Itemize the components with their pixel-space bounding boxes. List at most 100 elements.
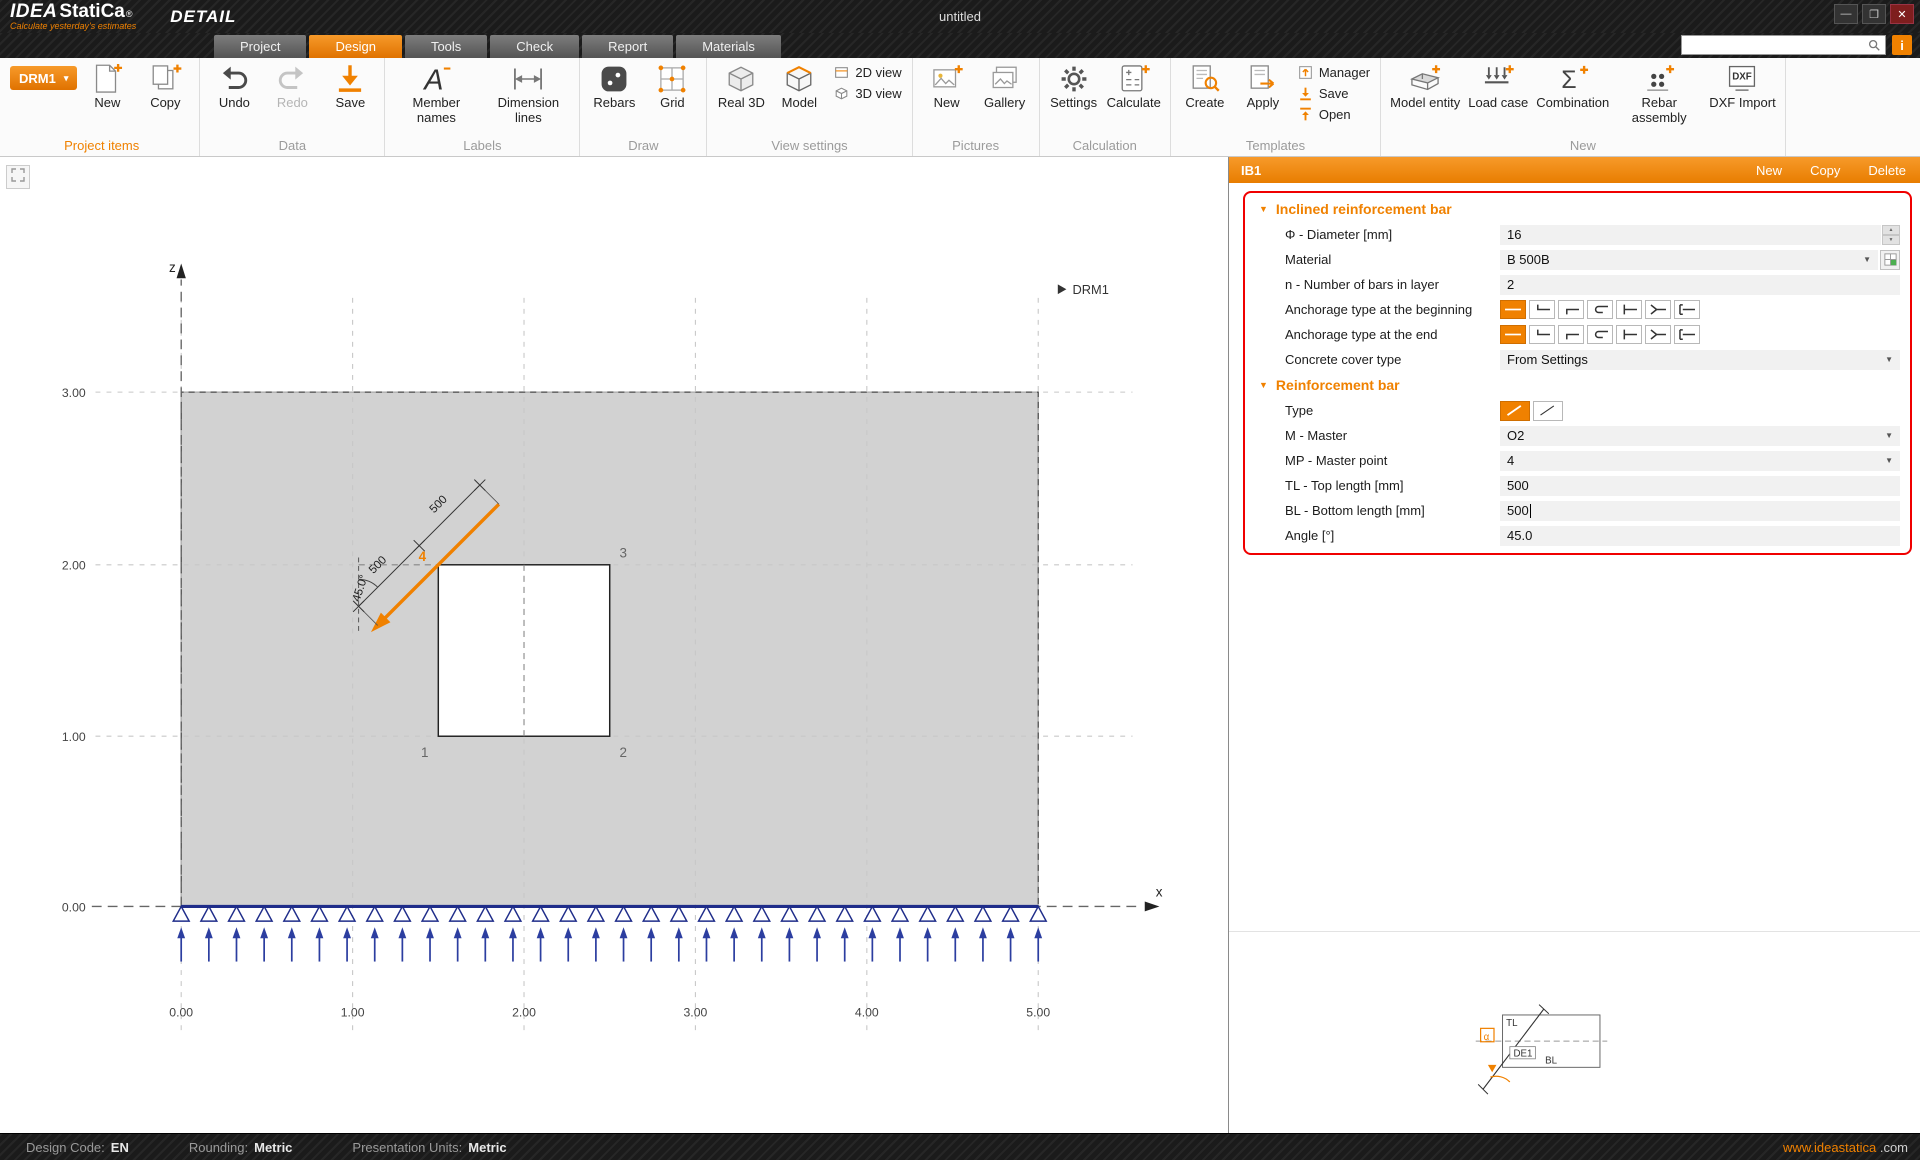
tab-check[interactable]: Check: [490, 35, 579, 58]
n-number-of-bars-in-layer-input[interactable]: 2: [1500, 275, 1900, 295]
anchorage-hook-down-button[interactable]: [1558, 300, 1584, 319]
website-link[interactable]: www.ideastatica .com: [1783, 1140, 1908, 1155]
anchorage-hook-180-button[interactable]: [1587, 325, 1613, 344]
diagram-tl-label: TL: [1506, 1018, 1518, 1029]
property-value: B 500B▼: [1500, 250, 1900, 270]
anchorage-hook-180-button[interactable]: [1587, 300, 1613, 319]
info-button[interactable]: i: [1892, 35, 1912, 55]
ribbon-button-manager[interactable]: Manager: [1293, 63, 1374, 82]
search-input[interactable]: [1686, 37, 1867, 53]
ribbon-button-combination[interactable]: ΣCombination: [1533, 60, 1612, 113]
anchorage-plate-button[interactable]: [1674, 325, 1700, 344]
ribbon-button-new[interactable]: New: [79, 60, 135, 113]
tab-project[interactable]: Project: [214, 35, 306, 58]
search-box[interactable]: [1681, 35, 1886, 55]
ribbon-button-label: 3D view: [855, 86, 901, 101]
property-value: 45.0: [1500, 526, 1900, 546]
ribbon-button-2d-view[interactable]: 2D view: [829, 63, 905, 82]
property-row-diameter-mm: Φ - Diameter [mm]16▲▼: [1245, 222, 1910, 247]
spinner-up-button[interactable]: ▲: [1882, 225, 1900, 235]
ribbon-button-open[interactable]: Open: [1293, 105, 1374, 124]
anchorage-perpendicular-button[interactable]: [1616, 300, 1642, 319]
fit-view-button[interactable]: [6, 165, 30, 189]
ribbon-button-rebar-assembly[interactable]: Rebar assembly: [1614, 60, 1704, 127]
ribbon-button-dxf-import[interactable]: DXFDXF Import: [1706, 60, 1778, 113]
panel-action-delete[interactable]: Delete: [1868, 163, 1906, 178]
ribbon-group-calculation: SettingsCalculateCalculation: [1040, 58, 1171, 156]
ribbon-button-model-entity[interactable]: Model entity: [1387, 60, 1463, 113]
section-header-inclined-reinforcement-bar[interactable]: ▼Inclined reinforcement bar: [1245, 196, 1910, 222]
active-item-dropdown[interactable]: DRM1▾: [10, 66, 77, 90]
tab-tools[interactable]: Tools: [405, 35, 487, 58]
property-value: 4▼: [1500, 451, 1900, 471]
diameter-mm-input[interactable]: 16: [1500, 225, 1881, 245]
model-canvas[interactable]: z x 500 500 45.0° 1234: [0, 157, 1228, 1133]
m-master-select[interactable]: O2▼: [1500, 426, 1900, 446]
ribbon-button-settings[interactable]: Settings: [1046, 60, 1102, 113]
anchorage-hook-up-button[interactable]: [1529, 325, 1555, 344]
ribbon-button-model[interactable]: Model: [771, 60, 827, 113]
panel-action-new[interactable]: New: [1756, 163, 1782, 178]
ribbon-button-label: Apply: [1247, 96, 1280, 111]
ribbon-button-create[interactable]: Create: [1177, 60, 1233, 113]
reaction-arrowhead: [371, 927, 379, 938]
property-value: From Settings▼: [1500, 350, 1900, 370]
redo-icon: [275, 62, 309, 96]
tab-report[interactable]: Report: [582, 35, 673, 58]
ribbon-button-label: Load case: [1468, 96, 1528, 111]
x-axis-arrow: [1145, 902, 1160, 912]
anchorage-straight-button[interactable]: [1500, 300, 1526, 319]
panel-action-copy[interactable]: Copy: [1810, 163, 1840, 178]
reaction-arrowhead: [177, 927, 185, 938]
ribbon-button-copy[interactable]: Copy: [137, 60, 193, 113]
section-header-reinforcement-bar[interactable]: ▼Reinforcement bar: [1245, 372, 1910, 398]
tab-design[interactable]: Design: [309, 35, 401, 58]
ribbon-button-member-names[interactable]: AMember names: [391, 60, 481, 127]
spinner-down-button[interactable]: ▼: [1882, 235, 1900, 245]
support-triangle: [394, 906, 410, 921]
model-entity-icon: [1408, 62, 1442, 96]
ribbon-button-save[interactable]: Save: [1293, 84, 1374, 103]
anchorage-straight-icon: [1502, 327, 1524, 342]
bar-inclined-alt-button[interactable]: [1533, 401, 1563, 421]
tl-top-length-mm-input[interactable]: 500: [1500, 476, 1900, 496]
angle-input[interactable]: 45.0: [1500, 526, 1900, 546]
ribbon-button-real-3d[interactable]: Real 3D: [713, 60, 769, 113]
ribbon-button-calculate[interactable]: Calculate: [1104, 60, 1164, 113]
support-triangle: [809, 906, 825, 921]
property-value: 500: [1500, 476, 1900, 496]
tab-materials[interactable]: Materials: [676, 35, 781, 58]
ribbon-button-rebars[interactable]: Rebars: [586, 60, 642, 113]
anchorage-hook-up-icon: [1531, 302, 1553, 317]
field-text: 500: [1507, 478, 1529, 493]
ribbon-button-3d-view[interactable]: 3D view: [829, 84, 905, 103]
ribbon-button-redo[interactable]: Redo: [264, 60, 320, 113]
anchorage-fork-button[interactable]: [1645, 325, 1671, 344]
property-row-mp-master-point: MP - Master point4▼: [1245, 448, 1910, 473]
anchorage-hook-up-button[interactable]: [1529, 300, 1555, 319]
bl-bottom-length-mm-input[interactable]: 500: [1500, 501, 1900, 521]
anchorage-straight-button[interactable]: [1500, 325, 1526, 344]
anchorage-hook-down-button[interactable]: [1558, 325, 1584, 344]
ribbon-button-new[interactable]: New: [919, 60, 975, 113]
anchorage-plate-button[interactable]: [1674, 300, 1700, 319]
ribbon-button-grid[interactable]: Grid: [644, 60, 700, 113]
minimize-button[interactable]: —: [1834, 4, 1858, 24]
anchorage-perpendicular-button[interactable]: [1616, 325, 1642, 344]
ribbon-button-load-case[interactable]: Load case: [1465, 60, 1531, 113]
ribbon-button-gallery[interactable]: Gallery: [977, 60, 1033, 113]
ribbon-button-undo[interactable]: Undo: [206, 60, 262, 113]
material-select[interactable]: B 500B▼: [1500, 250, 1878, 270]
maximize-button[interactable]: ❐: [1862, 4, 1886, 24]
concrete-cover-type-select[interactable]: From Settings▼: [1500, 350, 1900, 370]
material-editor-button[interactable]: [1880, 250, 1900, 270]
support-triangle: [781, 906, 797, 921]
ribbon-button-stack: 2D view 3D view: [829, 60, 905, 103]
bar-inclined-button[interactable]: [1500, 401, 1530, 421]
ribbon-button-apply[interactable]: Apply: [1235, 60, 1291, 113]
ribbon-button-save[interactable]: Save: [322, 60, 378, 113]
ribbon-button-dimension-lines[interactable]: Dimension lines: [483, 60, 573, 127]
close-button[interactable]: ✕: [1890, 4, 1914, 24]
mp-master-point-select[interactable]: 4▼: [1500, 451, 1900, 471]
anchorage-fork-button[interactable]: [1645, 300, 1671, 319]
